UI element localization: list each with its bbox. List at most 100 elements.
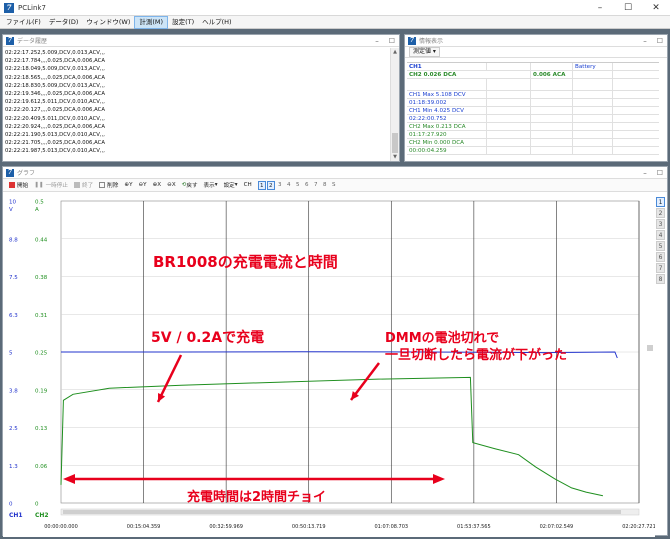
y-right-tick-label: 0.06 <box>35 464 48 470</box>
chart-svg: 10 0.5 8.8 0.44 7.5 0.38 6.3 0.31 5 0.25 3.8 0.19 2.… <box>3 193 656 537</box>
channel-page-1[interactable]: 1 <box>257 180 266 190</box>
pause-icon: ❚❚ <box>34 182 44 188</box>
channel-page-5[interactable]: 5 <box>294 181 302 190</box>
y-right-tick-label: 0.19 <box>35 388 48 394</box>
panel-maximize-button[interactable]: ☐ <box>389 35 395 47</box>
start-button[interactable]: 開始 <box>9 181 28 189</box>
right-tab-8[interactable]: 8 <box>656 274 665 284</box>
menu-data[interactable]: データ(D) <box>45 17 83 28</box>
scroll-up-icon[interactable]: ▲ <box>391 49 399 55</box>
right-tab-4[interactable]: 4 <box>656 230 665 240</box>
channel-page-3[interactable]: 3 <box>276 181 284 190</box>
settings-dropdown[interactable]: 設定 ▾ <box>224 181 238 189</box>
minimize-button[interactable]: – <box>586 0 614 16</box>
y-left-tick-label: 8.8 <box>9 237 18 243</box>
channel-page-7[interactable]: 7 <box>312 181 320 190</box>
channel-page-S[interactable]: S <box>330 181 338 190</box>
scroll-down-icon[interactable]: ▼ <box>391 154 399 160</box>
info-stat: CH2 Max 0.213 DCA <box>407 123 487 130</box>
info-ch2-ac: 0.006 ACA <box>531 71 573 78</box>
stop-icon <box>73 182 80 188</box>
zoom-y-in-button[interactable]: ⊕ Y <box>124 182 132 188</box>
y-right-tick-label: 0.13 <box>35 426 48 432</box>
y-right-tick-label: 0.31 <box>35 313 47 319</box>
maximize-button[interactable]: ☐ <box>614 0 642 16</box>
right-tab-7[interactable]: 7 <box>656 263 665 273</box>
y-left-unit: V <box>9 207 13 213</box>
zoom-y-out-button[interactable]: ⊖ Y <box>138 182 146 188</box>
history-line: 02:22:21.705,,,,0.025,DCA,0.006,ACA <box>5 140 105 147</box>
scroll-thumb[interactable] <box>392 133 398 153</box>
panel-maximize-button[interactable]: ☐ <box>657 35 663 47</box>
app-title: PCLink7 <box>18 3 46 12</box>
history-line: 02:22:21.987,5.013,DCV,0.010,ACV,,, <box>5 148 105 155</box>
annotation-battery-2: 一旦切断したら電流が下がった <box>385 347 567 363</box>
history-line: 02:22:20.409,5.011,DCV,0.010,ACV,,, <box>5 115 105 122</box>
history-line: 02:22:20.924,,,,0.025,DCA,0.006,ACA <box>5 123 105 130</box>
x-tick-label: 00:50:13.719 <box>292 524 326 530</box>
history-title: データ履歴 <box>17 38 48 45</box>
menu-file[interactable]: ファイル(F) <box>2 17 45 28</box>
y-left-tick-label: 0 <box>9 502 13 508</box>
y-right-unit: A <box>35 207 39 213</box>
y-left-tick-label: 10 <box>9 200 16 206</box>
x-tick-label: 02:07:02.549 <box>540 524 574 530</box>
channel-page-2[interactable]: 2 <box>266 180 275 190</box>
display-dropdown[interactable]: 表示 ▾ <box>204 181 218 189</box>
x-tick-label: 01:53:37.565 <box>457 524 491 530</box>
info-panel: 7 情報表示 – ☐ 測定値 ▾ CH1 Battery CH2 0.026 D… <box>404 34 668 162</box>
panel-minimize-button[interactable]: – <box>643 35 647 47</box>
close-button[interactable]: ✕ <box>642 0 670 16</box>
channel-page-4[interactable]: 4 <box>285 181 293 190</box>
info-grid: CH1 Battery CH2 0.026 DCA 0.006 ACA CH1 … <box>407 62 659 155</box>
x-tick-label: 00:32:59.969 <box>209 524 243 530</box>
annotation-title: BR1008の充電電流と時間 <box>153 253 338 271</box>
panel-logo-icon: 7 <box>6 168 14 177</box>
chart-area: 10 0.5 8.8 0.44 7.5 0.38 6.3 0.31 5 0.25 3.8 0.19 2.… <box>3 193 667 537</box>
panel-minimize-button[interactable]: – <box>375 35 379 47</box>
info-ch1-label: CH1 <box>407 63 487 70</box>
end-button[interactable]: 終了 <box>73 181 93 189</box>
y-left-tick-label: 2.5 <box>9 426 18 432</box>
right-tab-5[interactable]: 5 <box>656 241 665 251</box>
history-scrollbar[interactable]: ▲ ▼ <box>390 48 399 161</box>
right-tab-2[interactable]: 2 <box>656 208 665 218</box>
right-tab-3[interactable]: 3 <box>656 219 665 229</box>
pause-button[interactable]: ❚❚ 一時停止 <box>34 181 68 189</box>
right-tab-6[interactable]: 6 <box>656 252 665 262</box>
info-stat: 01:17:27.920 <box>407 131 487 138</box>
zoom-x-in-button[interactable]: ⊕ X <box>153 182 162 188</box>
info-stat: 01:18:39.002 <box>407 99 487 106</box>
x-tick-label: 00:00:00.000 <box>44 524 78 530</box>
menu-measure[interactable]: 計測(M) <box>134 15 169 29</box>
y-left-tick-label: 7.5 <box>9 275 18 281</box>
delete-icon <box>99 182 106 188</box>
ch1-axis-label: CH1 <box>9 512 23 519</box>
history-line: 02:22:18.049,5.009,DCV,0.013,ACV,,, <box>5 66 105 73</box>
graph-title: グラフ <box>17 170 36 177</box>
history-line: 02:22:20.127,,,,0.025,DCA,0.006,ACA <box>5 107 105 114</box>
y-right-tick-label: 0 <box>35 502 39 508</box>
panel-minimize-button[interactable]: – <box>643 167 647 179</box>
channel-page-8[interactable]: 8 <box>321 181 329 190</box>
delete-button[interactable]: 削除 <box>99 181 118 189</box>
y-right-tick-label: 0.38 <box>35 275 48 281</box>
x-tick-label: 01:07:08.703 <box>374 524 408 530</box>
channel-page-6[interactable]: 6 <box>303 181 311 190</box>
menu-window[interactable]: ウィンドウ(W) <box>82 17 134 28</box>
menu-settings[interactable]: 設定(T) <box>168 17 198 28</box>
x-tick-label: 00:15:04.359 <box>127 524 161 530</box>
measured-value-dropdown[interactable]: 測定値 ▾ <box>409 47 440 57</box>
h-scroll-thumb <box>63 510 621 514</box>
annotation-battery-1: DMMの電池切れで <box>385 330 499 346</box>
back-button[interactable]: ⟲ 戻す <box>182 181 198 189</box>
panel-maximize-button[interactable]: ☐ <box>657 167 663 179</box>
right-tab-1[interactable]: 1 <box>656 197 665 207</box>
y-left-tick-label: 1.3 <box>9 464 18 470</box>
menu-help[interactable]: ヘルプ(H) <box>198 17 235 28</box>
data-history-panel: 7 データ履歴 – ☐ 02:22:17.252,5.009,DCV,0.013… <box>2 34 400 162</box>
record-icon <box>9 182 15 188</box>
y-right-tick-label: 0.5 <box>35 200 44 206</box>
zoom-x-out-button[interactable]: ⊖ X <box>167 182 176 188</box>
panel-logo-icon: 7 <box>6 36 14 45</box>
